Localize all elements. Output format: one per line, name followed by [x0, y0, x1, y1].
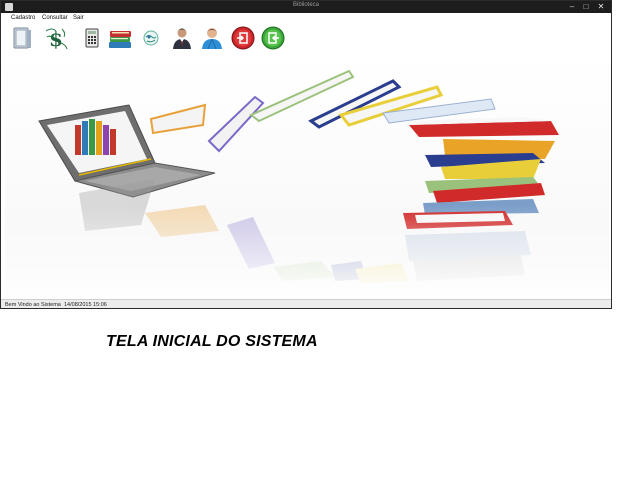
status-datetime: 14/08/2015 15:06: [64, 302, 107, 308]
user-icon: [202, 28, 222, 50]
globe-icon: [143, 30, 159, 46]
maximize-icon[interactable]: □: [581, 2, 591, 11]
menu-bar: Cadastro Consultar Sair: [1, 13, 611, 23]
toolbar: $: [1, 23, 611, 53]
page-caption: TELA INICIAL DO SISTEMA: [106, 333, 318, 350]
dollar-scribble-icon: $: [45, 27, 68, 51]
logout-button[interactable]: [230, 25, 256, 51]
cabinet-button[interactable]: [9, 25, 35, 51]
exit-button[interactable]: [260, 25, 286, 51]
status-bar: Bem Vindo ao Sistema 14/08/2015 15:06: [1, 299, 611, 308]
user-button[interactable]: [199, 25, 225, 51]
menu-sair[interactable]: Sair: [73, 15, 84, 21]
laptop-books-illustration: [5, 69, 609, 299]
minimize-icon[interactable]: –: [567, 2, 577, 11]
calculator-button[interactable]: [79, 25, 105, 51]
globe-button[interactable]: [138, 25, 164, 51]
businessman-button[interactable]: [169, 25, 195, 51]
exit-icon: [261, 26, 285, 50]
window-title: Biblioteca: [292, 2, 319, 8]
splash-image: [5, 55, 609, 299]
menu-cadastro[interactable]: Cadastro: [11, 15, 35, 21]
menu-consultar[interactable]: Consultar: [42, 15, 68, 21]
title-bar: Biblioteca – □ ✕: [1, 1, 611, 13]
businessman-icon: [173, 28, 191, 49]
status-welcome: Bem Vindo ao Sistema: [5, 302, 61, 308]
logout-icon: [231, 26, 255, 50]
finance-button[interactable]: $: [44, 25, 70, 51]
calculator-icon: [85, 28, 99, 48]
close-icon[interactable]: ✕: [595, 2, 607, 11]
books-stack-icon: [109, 31, 131, 48]
cabinet-icon: [13, 27, 31, 49]
main-window: Biblioteca – □ ✕ Cadastro Consultar Sair…: [0, 0, 612, 309]
books-button[interactable]: [107, 25, 133, 51]
